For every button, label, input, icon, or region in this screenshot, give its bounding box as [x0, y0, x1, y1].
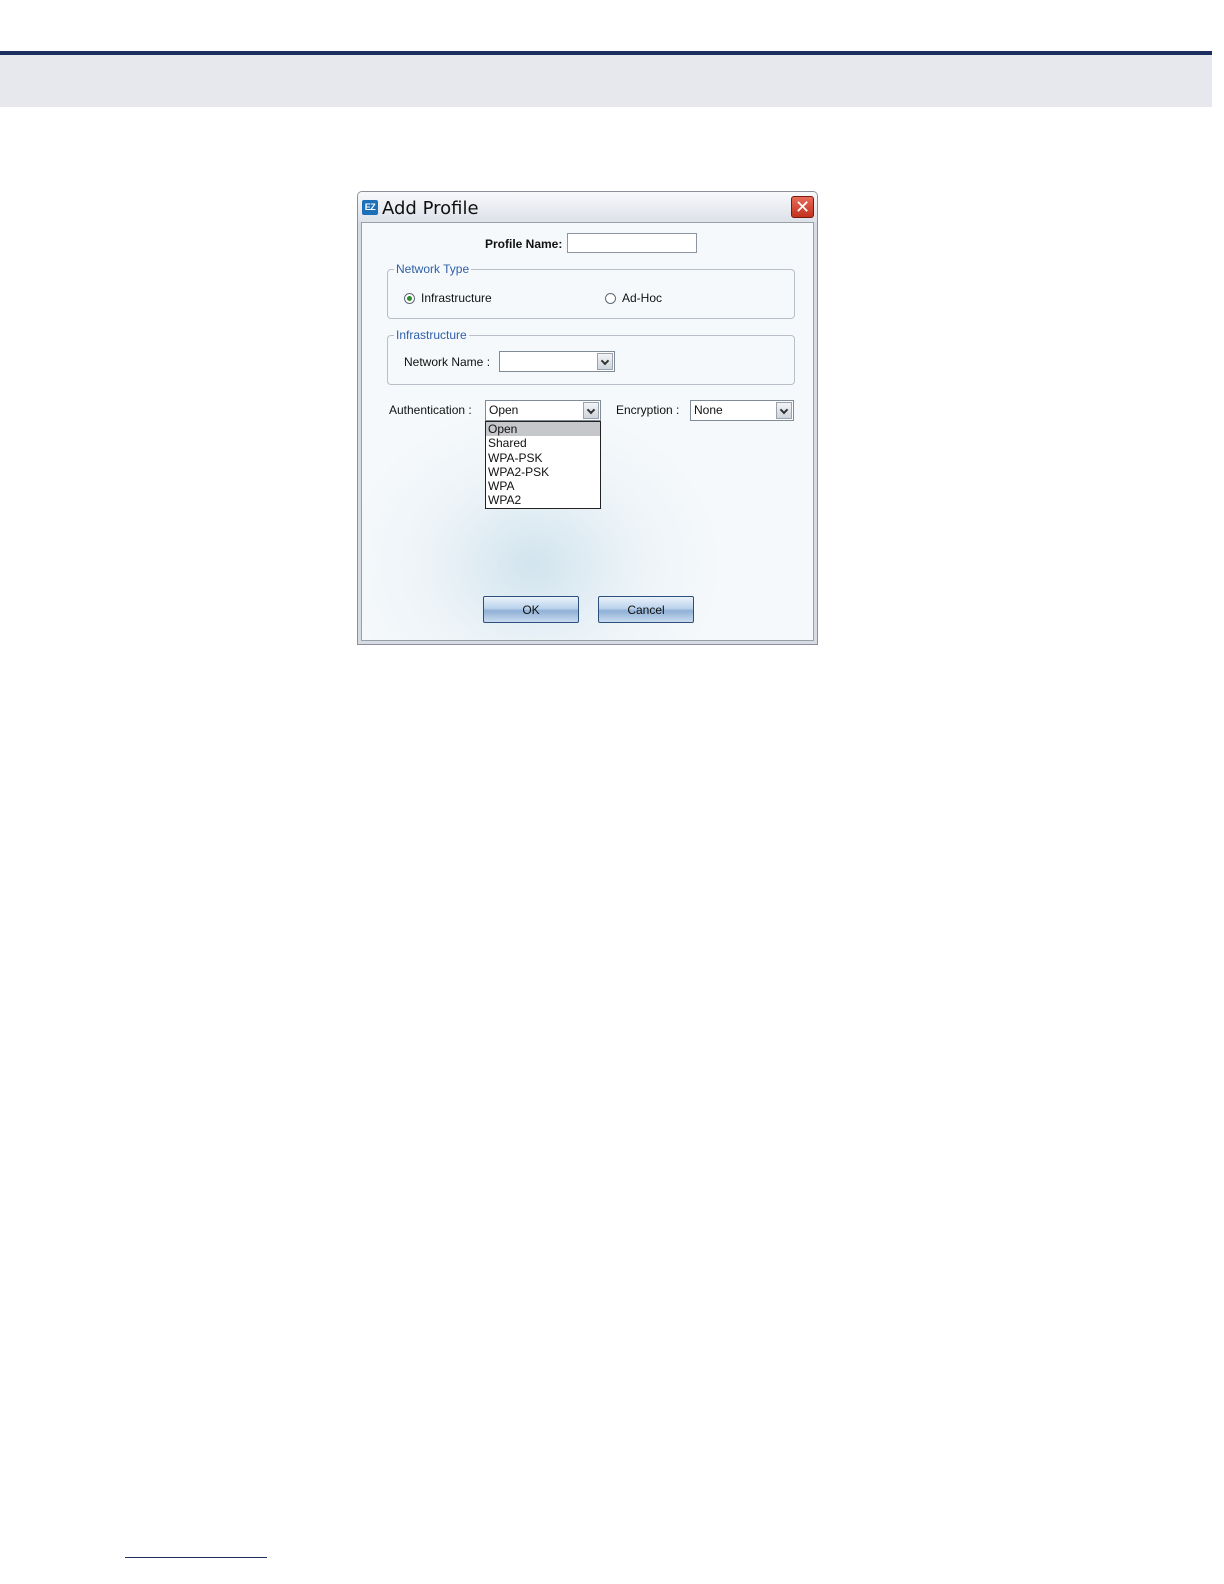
authentication-label: Authentication :	[389, 403, 472, 417]
ok-button[interactable]: OK	[483, 596, 579, 623]
app-icon: EZ	[362, 200, 378, 215]
dropdown-option-wpa-psk[interactable]: WPA-PSK	[486, 451, 600, 465]
encryption-label: Encryption :	[616, 403, 680, 417]
header-band	[0, 55, 1212, 107]
radio-infrastructure-icon[interactable]	[404, 293, 415, 304]
radio-infrastructure-label[interactable]: Infrastructure	[421, 291, 492, 305]
infrastructure-group: Infrastructure Network Name :	[387, 328, 795, 385]
close-icon[interactable]: ✕	[791, 196, 814, 218]
dropdown-option-wpa[interactable]: WPA	[486, 479, 600, 493]
radio-adhoc-label[interactable]: Ad-Hoc	[622, 291, 662, 305]
radio-adhoc-icon[interactable]	[605, 293, 616, 304]
infrastructure-legend: Infrastructure	[394, 328, 469, 342]
network-name-select[interactable]	[499, 351, 615, 372]
chevron-down-icon[interactable]	[597, 353, 613, 370]
footer-rule	[125, 1557, 267, 1558]
encryption-value: None	[694, 403, 723, 417]
network-type-group: Network Type Infrastructure Ad-Hoc	[387, 262, 795, 319]
network-name-label: Network Name :	[404, 355, 491, 369]
dialog-title: Add Profile	[382, 198, 479, 219]
authentication-select[interactable]: Open	[485, 400, 601, 421]
authentication-dropdown-list: Open Shared WPA-PSK WPA2-PSK WPA WPA2	[485, 421, 601, 509]
authentication-value: Open	[489, 403, 519, 417]
chevron-down-icon[interactable]	[776, 402, 792, 419]
add-profile-dialog: EZ Add Profile ✕ Profile Name: Network T…	[357, 191, 818, 645]
dialog-content: Profile Name: Network Type Infrastructur…	[361, 222, 814, 641]
dropdown-option-shared[interactable]: Shared	[486, 436, 600, 450]
chevron-down-icon[interactable]	[583, 402, 599, 419]
profile-name-input[interactable]	[567, 233, 697, 253]
network-type-legend: Network Type	[394, 262, 472, 276]
dropdown-option-wpa2-psk[interactable]: WPA2-PSK	[486, 465, 600, 479]
dialog-titlebar[interactable]: EZ Add Profile ✕	[358, 192, 817, 222]
cancel-button[interactable]: Cancel	[598, 596, 694, 623]
encryption-select[interactable]: None	[690, 400, 794, 421]
profile-name-label: Profile Name:	[485, 237, 563, 251]
dropdown-option-open[interactable]: Open	[486, 422, 600, 437]
dropdown-option-wpa2[interactable]: WPA2	[486, 493, 600, 507]
